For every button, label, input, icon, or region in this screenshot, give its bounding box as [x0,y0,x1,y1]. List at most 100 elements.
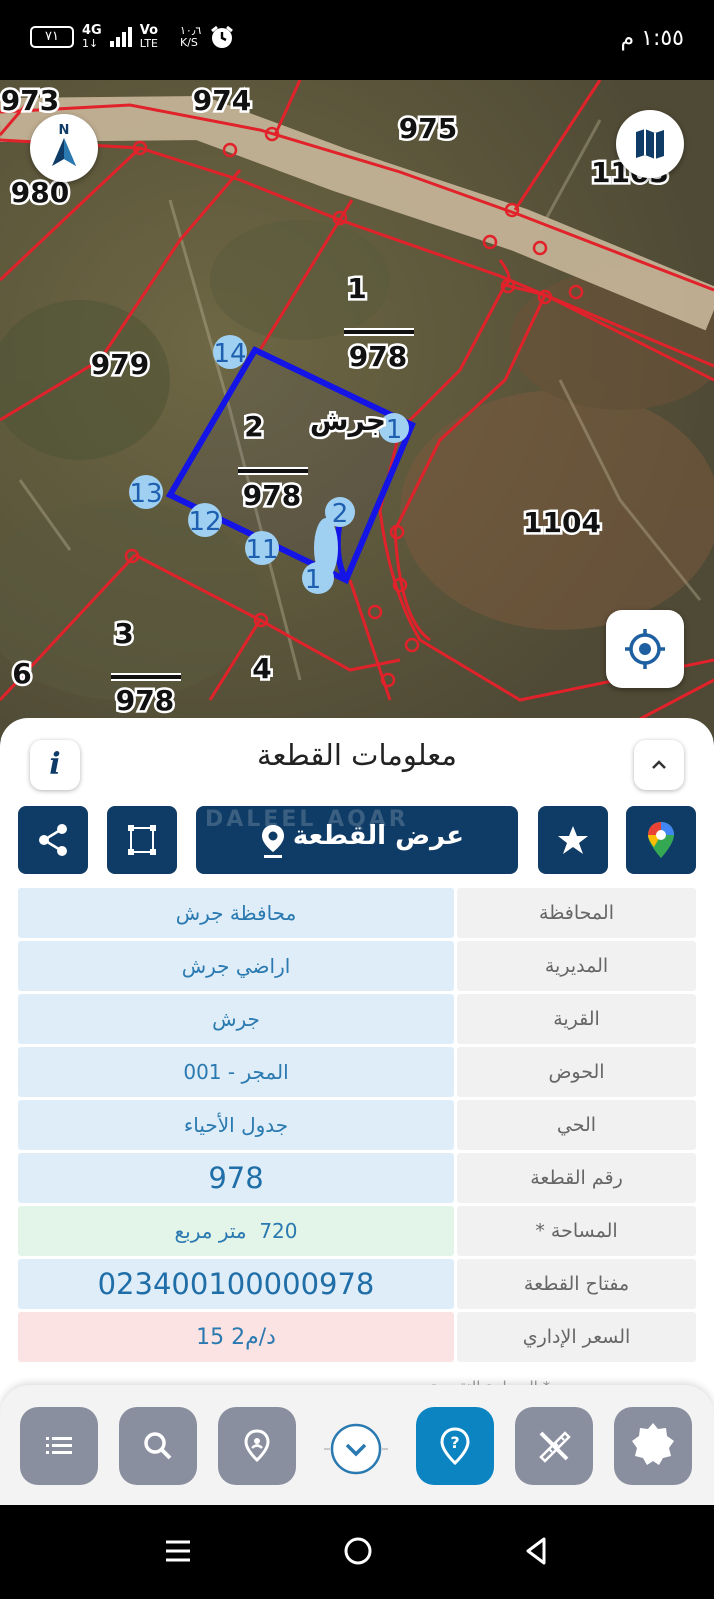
parcel-number-label: رقم القطعة [457,1153,696,1203]
fraction-numerator: 3 [114,617,133,650]
directorate-label: المديرية [457,941,696,991]
operator-indicator: Vo LTE [140,24,158,50]
bottom-toolbar: ? [0,1385,714,1505]
signal-bars-icon [109,27,132,47]
search-icon [144,1432,172,1460]
directorate-value: اراضي جرش [18,941,454,991]
parcel-attributes-table: محافظة جرش المحافظة اراضي جرش المديرية ج… [18,888,696,1365]
satellite-map[interactable]: 14 1 13 12 11 2 1 973 974 975 980 1103 9… [0,80,714,740]
speed-unit: K/S [180,36,198,49]
governorate-label: المحافظة [457,888,696,938]
village-label: القرية [457,994,696,1044]
place-pin-icon [244,1429,270,1463]
table-row: جرش القرية [18,994,696,1044]
panel-title: معلومات القطعة [257,738,457,772]
folded-map-icon [636,129,664,159]
compass-arrow-icon: N [52,123,76,166]
parcel-number: 6 [12,657,31,690]
table-row: 023400100000978 مفتاح القطعة [18,1259,696,1309]
parcel-key-value[interactable]: 023400100000978 [18,1259,454,1309]
fraction-denominator: 978 [116,684,174,717]
favorite-button[interactable] [538,806,608,874]
help-pin-icon: ? [440,1427,470,1466]
vertex-label: 12 [188,507,221,537]
list-icon [46,1437,72,1454]
expand-panel-button[interactable] [634,740,684,790]
parcel-number: 973 [1,84,59,117]
status-bar: ٧١ 4G 1↓ Vo LTE ١٠٫٦ K/S ١:٥٥ م [0,0,714,80]
vertex-label: 13 [129,479,162,509]
vertex-label: 2 [332,499,349,529]
watermark-logo: DALEEL AQAR [205,807,409,832]
fraction-denominator: 978 [243,479,301,512]
measure-tools-icon [539,1431,571,1463]
neighborhood-value: جدول الأحياء [18,1100,454,1150]
network-sub: 1↓ [82,37,99,50]
admin-price-value: 15 د/م2 [18,1312,454,1362]
vertex-label: 1 [305,565,322,595]
star-badge-icon [632,1423,674,1465]
back-icon[interactable] [518,1533,554,1569]
network-type-indicator: 4G 1↓ [82,24,102,50]
village-value: جرش [18,994,454,1044]
network-type: 4G [82,23,102,38]
parcel-number: 974 [193,84,251,117]
measure-tools-button[interactable] [515,1407,593,1485]
neighborhood-label: الحي [457,1100,696,1150]
map-layers-button[interactable] [616,110,684,178]
governorate-value: محافظة جرش [18,888,454,938]
parcel-number: 1104 [523,506,601,539]
places-button[interactable] [218,1407,296,1485]
share-icon [39,824,67,856]
polygon-select-icon [128,825,156,855]
basin-value: المجر - 001 [18,1047,454,1097]
chevron-down-icon [324,1423,388,1475]
operator-label: Vo [139,23,158,38]
home-icon[interactable] [340,1533,376,1569]
my-location-button[interactable] [606,610,684,688]
vertex-label: 11 [245,535,278,565]
premium-button[interactable] [614,1407,692,1485]
system-navigation-bar [0,1505,714,1599]
table-row: 978 رقم القطعة [18,1153,696,1203]
table-row: محافظة جرش المحافظة [18,888,696,938]
vertex-label: 1 [386,415,403,445]
table-row: اراضي جرش المديرية [18,941,696,991]
area-label: المساحة * [457,1206,696,1256]
parcel-key-label: مفتاح القطعة [457,1259,696,1309]
chevron-up-icon [652,760,666,769]
help-location-button[interactable]: ? [416,1407,494,1485]
compass-north-button[interactable]: N [30,114,98,182]
speed-indicator: ١٠٫٦ K/S [180,25,201,49]
fraction-numerator: 1 [347,272,366,305]
app-screen: ٧١ 4G 1↓ Vo LTE ١٠٫٦ K/S ١:٥٥ م 14 1 13 … [0,0,714,1599]
fraction-denominator: 978 [349,340,407,373]
collapse-toolbar-button[interactable] [318,1411,394,1487]
area-value: 720 متر مربع [18,1206,454,1256]
parcel-number: 979 [91,348,149,381]
battery-icon: ٧١ [30,26,74,48]
star-badge-icon [558,826,588,854]
fraction-numerator: 2 [244,410,263,443]
google-maps-button[interactable] [626,806,696,874]
draw-shape-button[interactable] [107,806,177,874]
parcel-number: 4 [252,652,271,685]
table-row: المجر - 001 الحوض [18,1047,696,1097]
crosshair-icon [625,629,665,669]
status-indicators: ٧١ 4G 1↓ Vo LTE ١٠٫٦ K/S [30,24,235,50]
recent-apps-icon[interactable] [160,1533,196,1569]
svg-text:N: N [59,123,70,138]
menu-list-button[interactable] [20,1407,98,1485]
table-row: 720 متر مربع المساحة * [18,1206,696,1256]
table-row: جدول الأحياء الحي [18,1100,696,1150]
admin-price-label: السعر الإداري [457,1312,696,1362]
clock: ١:٥٥ م [620,26,685,51]
search-button[interactable] [119,1407,197,1485]
basin-label: الحوض [457,1047,696,1097]
place-label: جرش [310,404,386,437]
google-maps-pin-icon [648,822,674,858]
parcel-number: 975 [399,112,457,145]
table-row: 15 د/م2 السعر الإداري [18,1312,696,1362]
share-button[interactable] [18,806,88,874]
parcel-info-panel: i معلومات القطعة عرض القطعة محافظة جرش ا… [0,718,714,1500]
